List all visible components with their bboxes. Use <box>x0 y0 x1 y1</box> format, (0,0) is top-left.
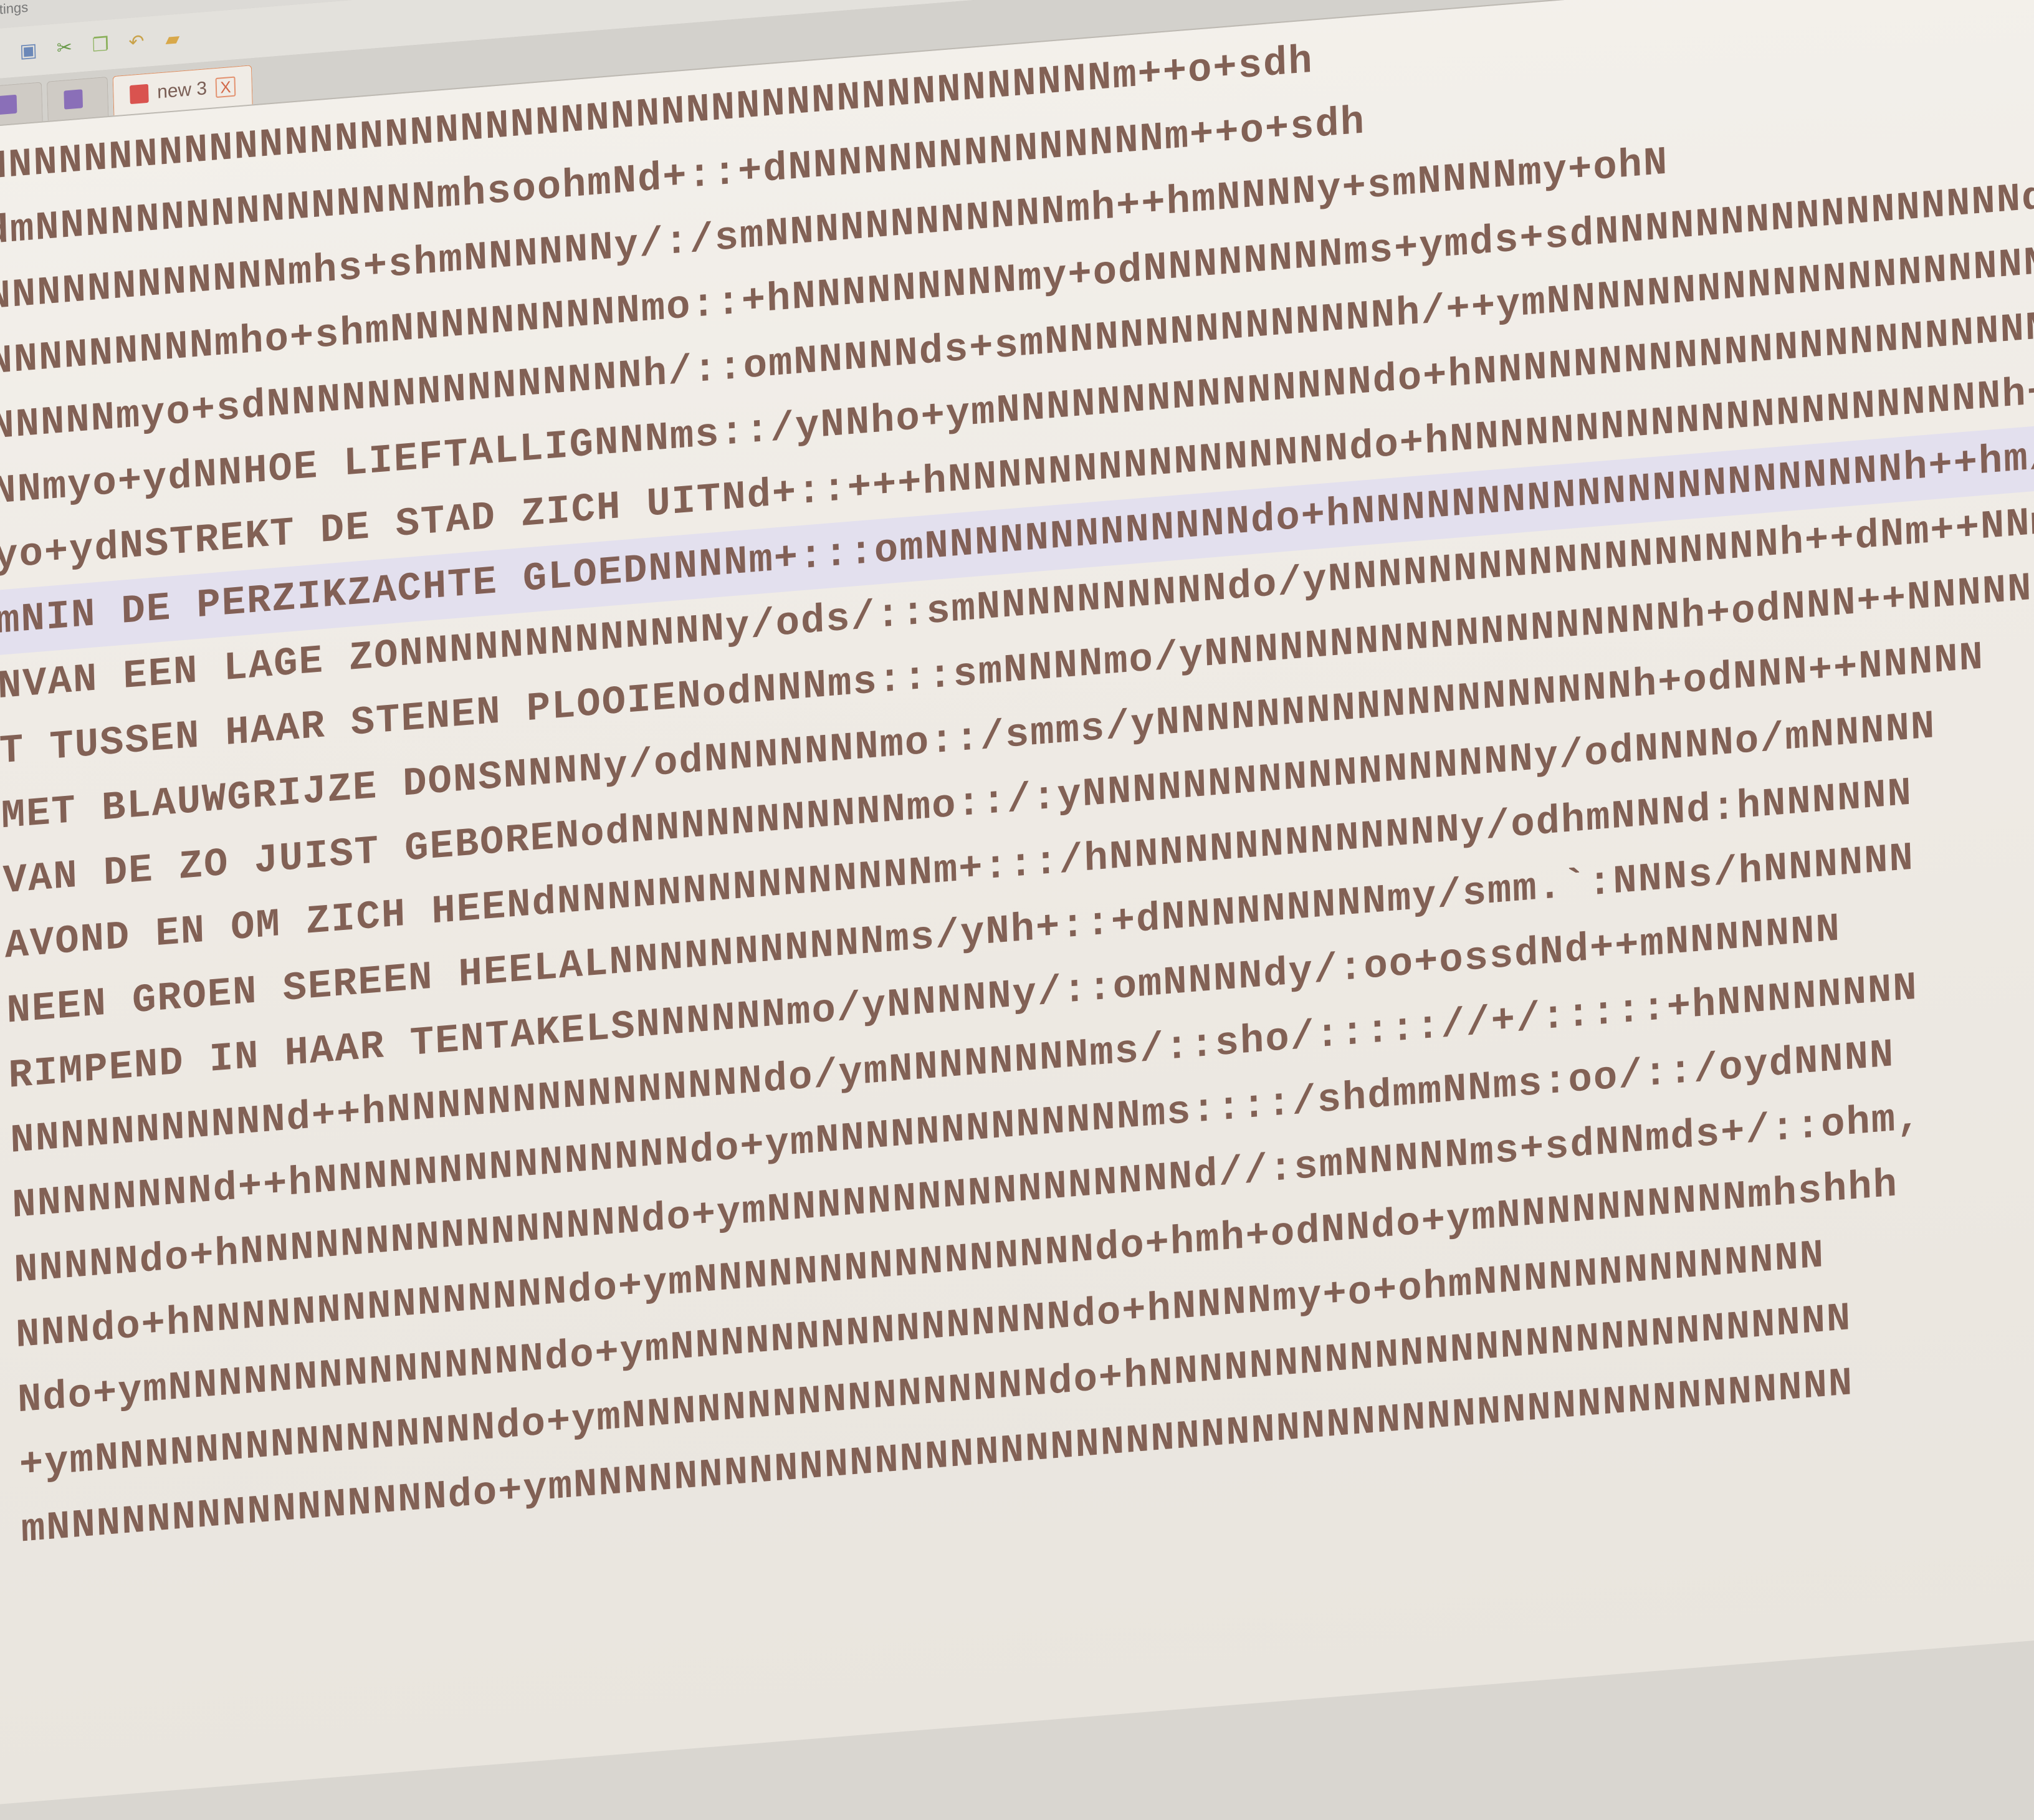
undo-icon[interactable]: ↶ <box>124 29 150 55</box>
file-icon <box>0 94 17 115</box>
folder-icon[interactable]: ▰ <box>160 26 185 53</box>
unsaved-file-icon <box>129 84 149 105</box>
file-icon <box>64 89 84 110</box>
cut-icon[interactable]: ✂ <box>52 35 77 62</box>
tab-label: new 3 <box>156 78 208 103</box>
text-editor-area[interactable]: NNNNNNNNNNNNNNNNNNNNNNNNNNNNNNNNNNNNNNNN… <box>0 0 2034 1802</box>
close-icon[interactable]: X <box>215 76 236 98</box>
save-icon[interactable]: ▣ <box>16 37 41 64</box>
new-file-icon[interactable]: ▤ <box>0 41 5 67</box>
tab-file-2[interactable] <box>46 76 109 121</box>
editor-window: Settings ▤ ▣ ✂ ❐ ↶ ▰ new 3 X NNNNNNNNNNN… <box>0 0 2034 1820</box>
tab-file-1[interactable] <box>0 82 43 127</box>
menu-item-settings[interactable]: Settings <box>0 0 29 19</box>
tab-new-3[interactable]: new 3 X <box>112 65 253 116</box>
copy-icon[interactable]: ❐ <box>88 32 113 59</box>
